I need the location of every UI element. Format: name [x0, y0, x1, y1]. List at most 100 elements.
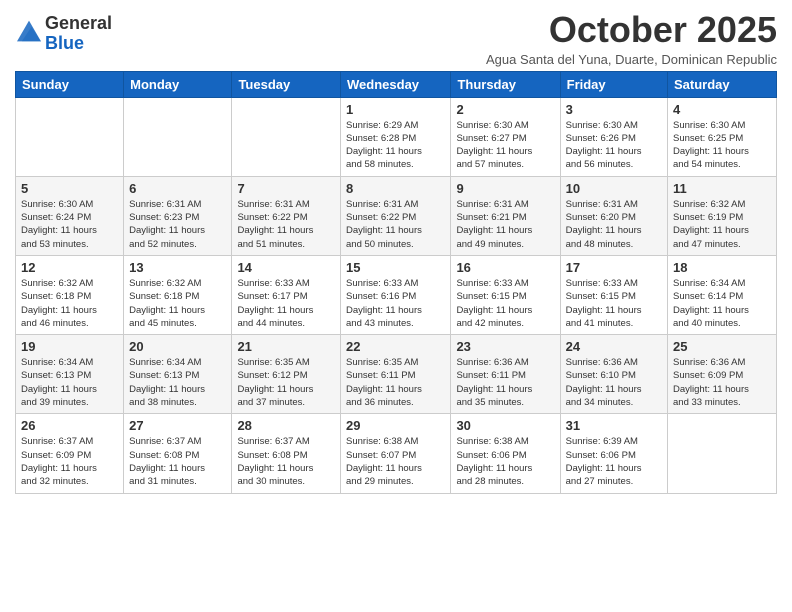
calendar-cell: 24 Sunrise: 6:36 AMSunset: 6:10 PMDayligh…	[560, 335, 667, 414]
day-info: Sunrise: 6:32 AMSunset: 6:19 PMDaylight:…	[673, 198, 771, 251]
title-block: October 2025 Agua Santa del Yuna, Duarte…	[486, 10, 777, 67]
calendar-cell: 18 Sunrise: 6:34 AMSunset: 6:14 PMDayligh…	[668, 255, 777, 334]
calendar-cell: 22 Sunrise: 6:35 AMSunset: 6:11 PMDayligh…	[341, 335, 451, 414]
calendar-cell: 16Sunrise: 6:33 AMSunset: 6:15 PMDayligh…	[451, 255, 560, 334]
day-info: Sunrise: 6:30 AMSunset: 6:24 PMDaylight:…	[21, 198, 118, 251]
day-number: 5	[21, 181, 118, 196]
day-info: Sunrise: 6:34 AMSunset: 6:13 PMDaylight:…	[129, 356, 226, 409]
calendar-cell: 8 Sunrise: 6:31 AMSunset: 6:22 PMDaylight…	[341, 176, 451, 255]
day-info: Sunrise: 6:33 AMSunset: 6:17 PMDaylight:…	[237, 277, 335, 330]
day-info: Sunrise: 6:31 AMSunset: 6:21 PMDaylight:…	[456, 198, 554, 251]
day-info: Sunrise: 6:32 AMSunset: 6:18 PMDaylight:…	[129, 277, 226, 330]
calendar-cell: 28 Sunrise: 6:37 AMSunset: 6:08 PMDayligh…	[232, 414, 341, 493]
calendar-week-row: 26Sunrise: 6:37 AMSunset: 6:09 PMDayligh…	[16, 414, 777, 493]
calendar-header-row: SundayMondayTuesdayWednesdayThursdayFrid…	[16, 71, 777, 97]
day-of-week-header: Thursday	[451, 71, 560, 97]
day-info: Sunrise: 6:31 AMSunset: 6:23 PMDaylight:…	[129, 198, 226, 251]
calendar-cell: 11 Sunrise: 6:32 AMSunset: 6:19 PMDayligh…	[668, 176, 777, 255]
day-number: 12	[21, 260, 118, 275]
calendar-cell: 15Sunrise: 6:33 AMSunset: 6:16 PMDayligh…	[341, 255, 451, 334]
calendar-cell: 10Sunrise: 6:31 AMSunset: 6:20 PMDayligh…	[560, 176, 667, 255]
day-info: Sunrise: 6:31 AMSunset: 6:20 PMDaylight:…	[566, 198, 662, 251]
day-number: 17	[566, 260, 662, 275]
calendar-week-row: 19 Sunrise: 6:34 AMSunset: 6:13 PMDayligh…	[16, 335, 777, 414]
day-number: 15	[346, 260, 445, 275]
day-info: Sunrise: 6:31 AMSunset: 6:22 PMDaylight:…	[237, 198, 335, 251]
day-number: 2	[456, 102, 554, 117]
day-info: Sunrise: 6:35 AMSunset: 6:11 PMDaylight:…	[346, 356, 445, 409]
day-info: Sunrise: 6:38 AMSunset: 6:06 PMDaylight:…	[456, 435, 554, 488]
day-of-week-header: Friday	[560, 71, 667, 97]
calendar-cell: 21 Sunrise: 6:35 AMSunset: 6:12 PMDayligh…	[232, 335, 341, 414]
day-info: Sunrise: 6:36 AMSunset: 6:11 PMDaylight:…	[456, 356, 554, 409]
day-of-week-header: Tuesday	[232, 71, 341, 97]
calendar-cell: 19 Sunrise: 6:34 AMSunset: 6:13 PMDayligh…	[16, 335, 124, 414]
day-number: 8	[346, 181, 445, 196]
calendar-week-row: 12 Sunrise: 6:32 AMSunset: 6:18 PMDayligh…	[16, 255, 777, 334]
calendar-cell: 4 Sunrise: 6:30 AMSunset: 6:25 PMDaylight…	[668, 97, 777, 176]
calendar-cell: 2 Sunrise: 6:30 AMSunset: 6:27 PMDaylight…	[451, 97, 560, 176]
day-info: Sunrise: 6:37 AMSunset: 6:08 PMDaylight:…	[129, 435, 226, 488]
day-info: Sunrise: 6:30 AMSunset: 6:27 PMDaylight:…	[456, 119, 554, 172]
day-number: 31	[566, 418, 662, 433]
day-number: 26	[21, 418, 118, 433]
calendar-cell: 3 Sunrise: 6:30 AMSunset: 6:26 PMDaylight…	[560, 97, 667, 176]
day-info: Sunrise: 6:30 AMSunset: 6:25 PMDaylight:…	[673, 119, 771, 172]
calendar-table: SundayMondayTuesdayWednesdayThursdayFrid…	[15, 71, 777, 494]
day-of-week-header: Wednesday	[341, 71, 451, 97]
day-info: Sunrise: 6:30 AMSunset: 6:26 PMDaylight:…	[566, 119, 662, 172]
calendar-cell	[16, 97, 124, 176]
day-number: 23	[456, 339, 554, 354]
logo-blue-text: Blue	[45, 33, 84, 53]
day-info: Sunrise: 6:37 AMSunset: 6:08 PMDaylight:…	[237, 435, 335, 488]
day-info: Sunrise: 6:36 AMSunset: 6:10 PMDaylight:…	[566, 356, 662, 409]
calendar-cell: 9 Sunrise: 6:31 AMSunset: 6:21 PMDaylight…	[451, 176, 560, 255]
calendar-cell: 6 Sunrise: 6:31 AMSunset: 6:23 PMDaylight…	[124, 176, 232, 255]
logo-icon	[17, 20, 41, 42]
day-number: 30	[456, 418, 554, 433]
day-number: 22	[346, 339, 445, 354]
day-info: Sunrise: 6:32 AMSunset: 6:18 PMDaylight:…	[21, 277, 118, 330]
calendar-cell	[668, 414, 777, 493]
day-info: Sunrise: 6:29 AMSunset: 6:28 PMDaylight:…	[346, 119, 445, 172]
calendar-cell: 23 Sunrise: 6:36 AMSunset: 6:11 PMDayligh…	[451, 335, 560, 414]
day-number: 13	[129, 260, 226, 275]
day-number: 6	[129, 181, 226, 196]
calendar-cell: 7 Sunrise: 6:31 AMSunset: 6:22 PMDaylight…	[232, 176, 341, 255]
day-number: 18	[673, 260, 771, 275]
day-number: 27	[129, 418, 226, 433]
day-of-week-header: Monday	[124, 71, 232, 97]
day-info: Sunrise: 6:31 AMSunset: 6:22 PMDaylight:…	[346, 198, 445, 251]
calendar-cell: 5 Sunrise: 6:30 AMSunset: 6:24 PMDaylight…	[16, 176, 124, 255]
day-info: Sunrise: 6:34 AMSunset: 6:13 PMDaylight:…	[21, 356, 118, 409]
day-info: Sunrise: 6:38 AMSunset: 6:07 PMDaylight:…	[346, 435, 445, 488]
page: General Blue October 2025 Agua Santa del…	[0, 0, 792, 612]
day-info: Sunrise: 6:34 AMSunset: 6:14 PMDaylight:…	[673, 277, 771, 330]
day-number: 9	[456, 181, 554, 196]
day-number: 20	[129, 339, 226, 354]
calendar-cell: 14 Sunrise: 6:33 AMSunset: 6:17 PMDayligh…	[232, 255, 341, 334]
subtitle: Agua Santa del Yuna, Duarte, Dominican R…	[486, 52, 777, 67]
calendar-cell: 27 Sunrise: 6:37 AMSunset: 6:08 PMDayligh…	[124, 414, 232, 493]
month-title: October 2025	[486, 10, 777, 50]
day-number: 19	[21, 339, 118, 354]
header: General Blue October 2025 Agua Santa del…	[15, 10, 777, 67]
logo-general-text: General	[45, 13, 112, 33]
day-info: Sunrise: 6:35 AMSunset: 6:12 PMDaylight:…	[237, 356, 335, 409]
day-info: Sunrise: 6:39 AMSunset: 6:06 PMDaylight:…	[566, 435, 662, 488]
day-of-week-header: Saturday	[668, 71, 777, 97]
day-number: 7	[237, 181, 335, 196]
day-info: Sunrise: 6:36 AMSunset: 6:09 PMDaylight:…	[673, 356, 771, 409]
day-number: 21	[237, 339, 335, 354]
day-number: 14	[237, 260, 335, 275]
calendar-cell: 20 Sunrise: 6:34 AMSunset: 6:13 PMDayligh…	[124, 335, 232, 414]
day-number: 24	[566, 339, 662, 354]
day-number: 4	[673, 102, 771, 117]
day-number: 29	[346, 418, 445, 433]
calendar-week-row: 1Sunrise: 6:29 AMSunset: 6:28 PMDaylight…	[16, 97, 777, 176]
day-number: 3	[566, 102, 662, 117]
calendar-cell	[232, 97, 341, 176]
day-number: 28	[237, 418, 335, 433]
day-number: 11	[673, 181, 771, 196]
calendar-cell	[124, 97, 232, 176]
